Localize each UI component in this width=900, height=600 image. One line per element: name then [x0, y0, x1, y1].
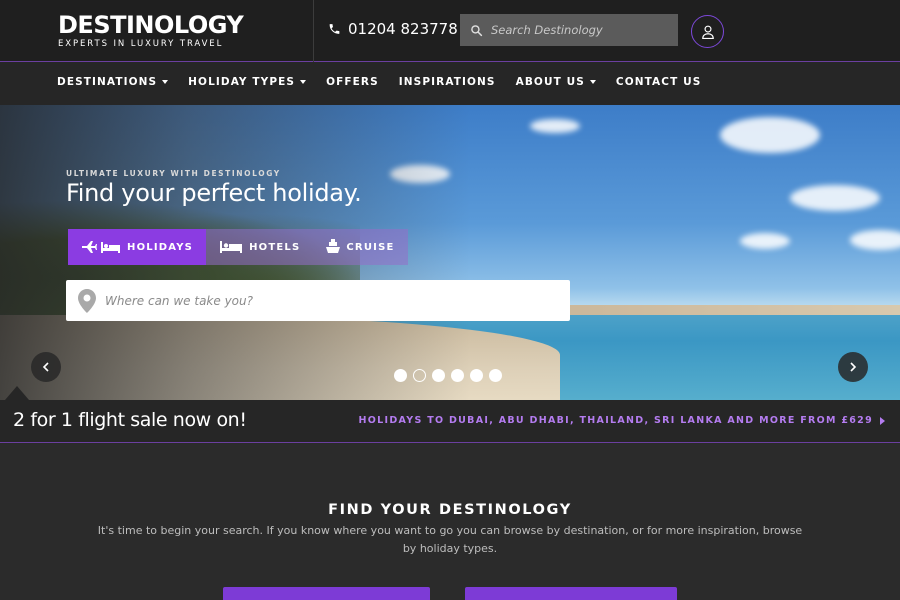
hero-title: Find your perfect holiday.	[66, 179, 362, 207]
carousel-dot[interactable]	[432, 369, 445, 382]
plane-bed-icon	[82, 241, 120, 253]
destination-search[interactable]	[66, 280, 570, 321]
carousel-dot-active[interactable]	[413, 369, 426, 382]
hero-cloud	[740, 233, 790, 249]
carousel-dot[interactable]	[489, 369, 502, 382]
phone-number: 01204 823778	[348, 20, 458, 38]
nav-item-inspirations[interactable]: INSPIRATIONS	[399, 76, 496, 88]
promo-bar: 2 for 1 flight sale now on! HOLIDAYS TO …	[0, 400, 900, 443]
promo-link[interactable]: HOLIDAYS TO DUBAI, ABU DHABI, THAILAND, …	[359, 415, 885, 426]
search-icon[interactable]	[470, 24, 483, 37]
nav-label: OFFERS	[326, 76, 379, 88]
section-title: FIND YOUR DESTINOLOGY	[328, 502, 572, 518]
chevron-right-icon	[850, 362, 857, 372]
carousel-dot[interactable]	[394, 369, 407, 382]
browse-by-destination-button[interactable]	[223, 587, 430, 600]
search-type-tabs: HOLIDAYS HOTELS CRUISE	[68, 229, 408, 265]
chevron-down-icon	[589, 80, 596, 84]
tab-label: HOLIDAYS	[127, 241, 194, 253]
hero-cloud	[850, 230, 900, 250]
hero-banner: ULTIMATE LUXURY WITH DESTINOLOGY Find yo…	[0, 105, 900, 400]
user-icon	[701, 25, 714, 39]
bed-icon	[220, 241, 243, 253]
nav-label: DESTINATIONS	[57, 76, 158, 88]
carousel-dot[interactable]	[470, 369, 483, 382]
carousel-dots	[394, 369, 502, 382]
tab-cruise[interactable]: CRUISE	[313, 229, 408, 265]
hero-cloud	[530, 119, 580, 133]
header-divider	[313, 0, 314, 62]
destination-input[interactable]	[105, 293, 545, 308]
chevron-down-icon	[162, 80, 169, 84]
nav-item-offers[interactable]: OFFERS	[326, 76, 379, 88]
logo-tagline: EXPERTS IN LUXURY TRAVEL	[58, 39, 224, 49]
nav-item-holiday-types[interactable]: HOLIDAY TYPES	[188, 76, 307, 88]
nav-item-destinations[interactable]: DESTINATIONS	[57, 76, 169, 88]
promo-link-label: HOLIDAYS TO DUBAI, ABU DHABI, THAILAND, …	[358, 415, 873, 426]
chevron-right-icon	[880, 416, 885, 425]
chevron-down-icon	[300, 80, 307, 84]
nav-item-about-us[interactable]: ABOUT US	[516, 76, 596, 88]
find-section: FIND YOUR DESTINOLOGY It's time to begin…	[0, 444, 900, 600]
search-input[interactable]	[491, 23, 671, 37]
site-search[interactable]	[460, 14, 678, 46]
main-nav: DESTINATIONS HOLIDAY TYPES OFFERS INSPIR…	[0, 62, 900, 105]
carousel-dot[interactable]	[451, 369, 464, 382]
nav-label: ABOUT US	[515, 76, 585, 88]
nav-label: INSPIRATIONS	[398, 76, 496, 88]
nav-item-contact-us[interactable]: CONTACT US	[616, 76, 702, 88]
browse-by-holiday-type-button[interactable]	[465, 587, 677, 600]
carousel-prev-button[interactable]	[31, 352, 61, 382]
nav-label: HOLIDAY TYPES	[188, 76, 296, 88]
top-bar: DESTINOLOGY EXPERTS IN LUXURY TRAVEL 012…	[0, 0, 900, 62]
hero-cloud	[790, 185, 880, 211]
phone-link[interactable]: 01204 823778	[328, 20, 458, 38]
promo-notch	[5, 386, 29, 400]
nav-label: CONTACT US	[615, 76, 702, 88]
tab-holidays[interactable]: HOLIDAYS	[68, 229, 207, 265]
chevron-left-icon	[42, 362, 49, 372]
tab-label: CRUISE	[346, 241, 395, 253]
hero-cloud	[720, 117, 820, 153]
promo-headline[interactable]: 2 for 1 flight sale now on!	[13, 409, 247, 431]
logo-wordmark: DESTINOLOGY	[58, 11, 244, 39]
tab-label: HOTELS	[249, 241, 301, 253]
tab-hotels[interactable]: HOTELS	[206, 229, 314, 265]
section-description: It's time to begin your search. If you k…	[97, 524, 803, 555]
hero-tagline: ULTIMATE LUXURY WITH DESTINOLOGY	[66, 169, 281, 178]
phone-icon	[329, 24, 340, 34]
ship-icon	[326, 239, 341, 253]
hero-horizon	[560, 305, 900, 315]
account-button[interactable]	[691, 15, 724, 48]
logo[interactable]: DESTINOLOGY EXPERTS IN LUXURY TRAVEL	[58, 11, 244, 49]
carousel-next-button[interactable]	[838, 352, 868, 382]
map-pin-icon	[78, 288, 96, 313]
